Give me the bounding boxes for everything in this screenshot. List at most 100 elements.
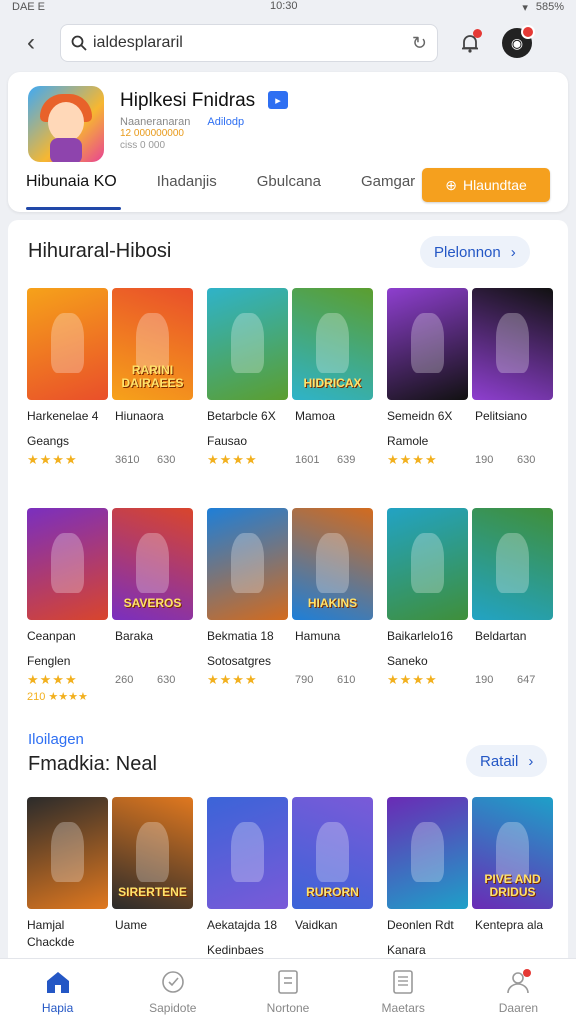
game-name[interactable]: Betarbcle 6X [207,408,295,425]
game-name-alt[interactable]: Baraka [115,628,193,645]
download-count: 639 [337,454,356,466]
section2-title: Fmadkia: Neal [28,753,157,775]
game-thumbnail[interactable] [207,508,288,620]
home-icon [45,969,71,995]
game-name[interactable]: Aekatajda 18 [207,917,295,934]
thumbnail-title: HIDRICAX [303,375,362,390]
rating-stars: ★★★★ [207,672,258,687]
wifi-icon: ▾ [522,1,528,14]
game-name[interactable]: Bekmatia 18 [207,628,295,645]
avatar-badge [521,25,535,39]
game-card[interactable]: HIAKINS Bekmatia 18 Hamuna Sotosatgres ★★★★ 7… [207,508,373,703]
game-card[interactable]: PIVE AND DRIDUS Deonlen Rdt Kentepra ala Ka… [387,797,553,976]
tab-2[interactable]: Gbulcana [257,168,321,210]
game-name-alt[interactable]: Hiunaora [115,408,193,425]
game-thumbnails [387,508,553,620]
game-subtitle: Geangs [27,434,70,448]
game-card[interactable]: RURORN Aekatajda 18 Vaidkan Kedinbaes [207,797,373,976]
game-name-alt[interactable]: Pelitsiano [475,408,553,425]
thumbnail-title: PIVE AND DRIDUS [484,871,541,899]
game-card[interactable]: RARINI DAIRAEES Harkenelae 4 Hiunaora Geang… [27,288,193,468]
game-thumbnail[interactable] [27,288,108,400]
game-card[interactable]: SAVEROS Ceanpan Baraka Fenglen ★★★★ 260 630 210… [27,508,193,703]
game-thumbnail[interactable] [207,288,288,400]
game-thumbnail[interactable] [472,288,553,400]
game-name-alt[interactable]: Mamoa [295,408,373,425]
game-thumbnails: SIRERTENE [27,797,193,909]
rating-stars: ★★★★ [27,672,78,687]
notifications-button[interactable] [454,27,486,59]
rating-count: 3610 [115,454,140,466]
nav-list[interactable]: Maetars [346,959,461,1024]
game-thumbnail[interactable]: HIDRICAX [292,288,373,400]
battery-level: 585% [535,1,564,13]
game-rating: ★★★★ 260 630 [27,672,193,688]
back-icon[interactable]: ‹ [18,29,44,56]
nav-library[interactable]: Nortone [230,959,345,1024]
game-thumbnail[interactable]: RURORN [292,797,373,909]
game-thumbnails: RARINI DAIRAEES [27,288,193,400]
section1-more-button[interactable]: Plelonnon › [420,236,530,268]
tab-0[interactable]: Hibunaia KO [26,168,121,210]
section2-kicker: Iloilagen [28,731,84,748]
game-thumbnail[interactable] [387,508,468,620]
game-subtitle: Sotosatgres [207,654,272,668]
rating-stars: ★★★★ [387,452,438,467]
verified-badge-icon: ▸ [268,91,288,109]
tab-3[interactable]: Gamgar [361,168,415,210]
game-thumbnail[interactable]: SIRERTENE [112,797,193,909]
game-name[interactable]: Semeidn 6X [387,408,475,425]
game-thumbnail[interactable] [387,288,468,400]
game-card[interactable]: Semeidn 6X Pelitsiano Ramole ★★★★ 190 630 [387,288,553,468]
game-thumbnail[interactable] [207,797,288,909]
game-name-alt[interactable]: Vaidkan [295,917,373,934]
install-button[interactable]: ⊕ Hlaundtae [422,168,550,202]
section2-more-button[interactable]: Ratail › [466,745,548,777]
game-thumbnail[interactable] [27,797,108,909]
game-card[interactable]: Baikarlelo16 Beldartan Saneko ★★★★ 190 647 [387,508,553,703]
developer-link[interactable]: Adilodp [207,116,244,128]
game-thumbnail[interactable] [27,508,108,620]
status-left: DAE E [12,1,46,13]
game-name-alt[interactable]: Beldartan [475,628,553,645]
thumbnail-title: HIAKINS [307,595,358,610]
status-bar: DAE E 10:30 ▾ 585% [0,0,576,14]
game-thumbnail[interactable] [387,797,468,909]
profile-badge [522,969,531,977]
game-thumbnail[interactable]: PIVE AND DRIDUS [472,797,553,909]
nav-apps[interactable]: Sapidote [115,959,230,1024]
list-icon [390,969,416,995]
game-name[interactable]: Ceanpan [27,628,115,645]
game-card[interactable]: SIRERTENEHamjal ChackdeUameTencosts [27,797,193,976]
game-thumbnails: SAVEROS [27,508,193,620]
avatar[interactable]: ◉ [502,25,535,58]
game-thumbnail[interactable]: SAVEROS [112,508,193,620]
search-box[interactable]: ↻ [60,24,438,62]
tab-1[interactable]: Ihadanjis [157,168,217,210]
content-panel: Hihuraral-Hibosi Plelonnon › RARINI DAIR… [8,220,568,974]
game-rating: ★★★★ 790 610 [207,672,373,688]
game-name-alt[interactable]: Hamuna [295,628,373,645]
game-card[interactable]: HIDRICAX Betarbcle 6X Mamoa Fausao ★★★★ 1601 6… [207,288,373,468]
game-thumbnail[interactable] [472,508,553,620]
game-name[interactable]: Hamjal Chackde [27,917,115,951]
game-name[interactable]: Baikarlelo16 [387,628,475,645]
game-thumbnail[interactable]: HIAKINS [292,508,373,620]
game-name[interactable]: Deonlen Rdt [387,917,475,934]
game-name-alt[interactable]: Uame [115,917,193,951]
game-thumbnails [387,288,553,400]
nav-home[interactable]: Hapia [0,959,115,1024]
game-name-alt[interactable]: Kentepra ala [475,917,553,934]
game-thumbnail[interactable]: RARINI DAIRAEES [112,288,193,400]
extra-rating: 210 ★★★★ [27,691,88,703]
game-name[interactable]: Harkenelae 4 [27,408,115,425]
game-grid-2: SAVEROS Ceanpan Baraka Fenglen ★★★★ 260 630 210… [27,508,553,703]
thumbnail-title: RURORN [306,884,359,899]
search-input[interactable] [93,34,406,52]
game-subtitle: Saneko [387,654,428,668]
refresh-icon[interactable]: ↻ [412,33,427,54]
apps-icon [160,969,186,995]
section1-title: Hihuraral-Hibosi [28,240,172,262]
app-developer: Naaneranaran Adilodp [120,116,245,128]
nav-profile[interactable]: Daaren [461,959,576,1024]
